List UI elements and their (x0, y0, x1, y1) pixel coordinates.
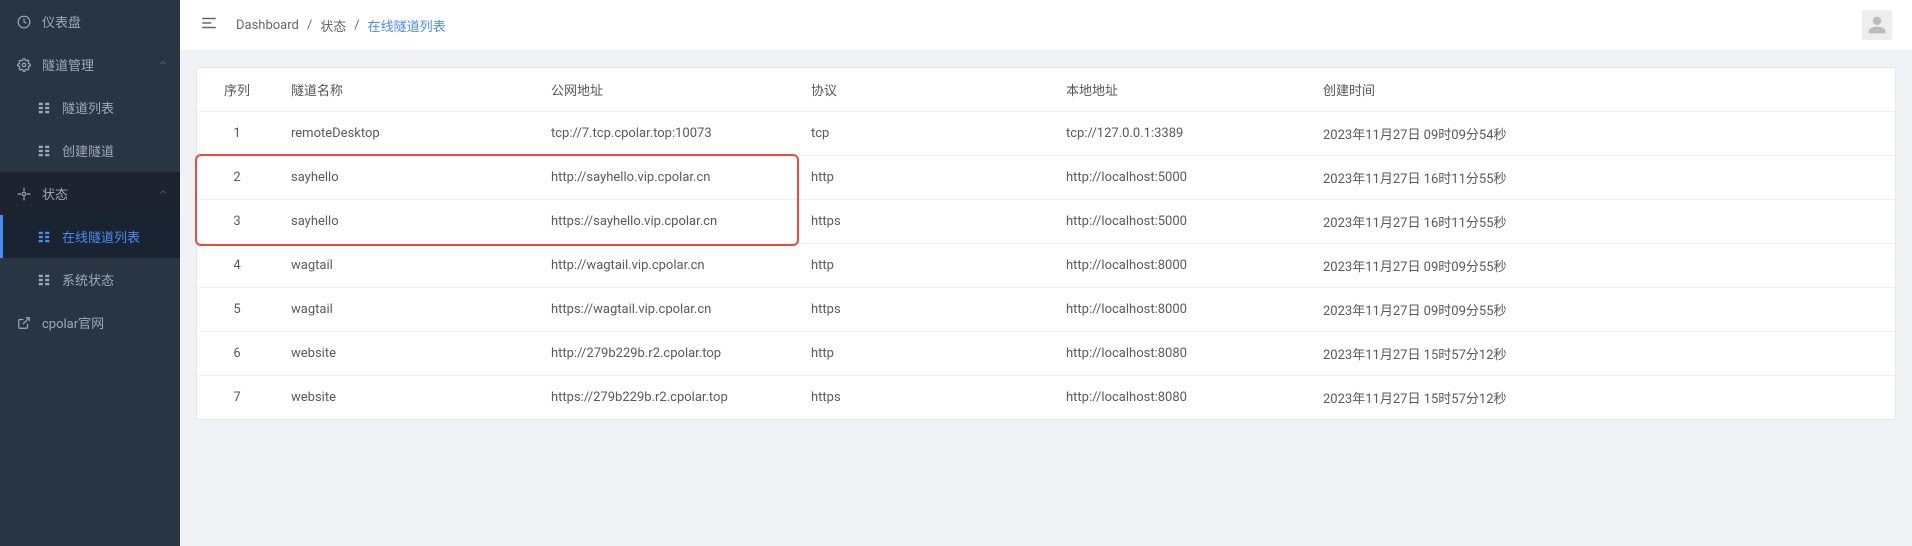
breadcrumb-separator: / (307, 18, 312, 33)
sidebar-item-label: 创建隧道 (62, 141, 164, 160)
td-name: website (277, 332, 537, 376)
breadcrumb-root[interactable]: Dashboard (236, 18, 299, 33)
td-local: http://localhost:5000 (1052, 156, 1309, 200)
sidebar-item-label: 隧道列表 (62, 98, 164, 117)
sidebar-item-dashboard[interactable]: 仪表盘 (0, 0, 180, 43)
td-seq: 5 (197, 288, 277, 332)
table-row: 1remoteDesktoptcp://7.tcp.cpolar.top:100… (197, 112, 1895, 156)
td-seq: 1 (197, 112, 277, 156)
table-row: 6websitehttp://279b229b.r2.cpolar.tophtt… (197, 332, 1895, 376)
td-time: 2023年11月27日 16时11分55秒 (1309, 156, 1895, 200)
grid-icon (36, 143, 52, 159)
td-url: http://wagtail.vip.cpolar.cn (537, 244, 797, 288)
td-proto: http (797, 332, 1052, 376)
td-name: wagtail (277, 244, 537, 288)
td-url: https://279b229b.r2.cpolar.top (537, 376, 797, 420)
td-time: 2023年11月27日 09时09分55秒 (1309, 244, 1895, 288)
sidebar-item-label: cpolar官网 (42, 313, 164, 332)
sidebar-item-label: 在线隧道列表 (62, 227, 164, 246)
dashboard-icon (16, 14, 32, 30)
gear-icon (16, 186, 32, 202)
table-row: 7websitehttps://279b229b.r2.cpolar.topht… (197, 376, 1895, 420)
external-link-icon (16, 315, 32, 331)
breadcrumb-current: 在线隧道列表 (368, 16, 446, 35)
td-time: 2023年11月27日 15时57分12秒 (1309, 332, 1895, 376)
td-url: http://279b229b.r2.cpolar.top (537, 332, 797, 376)
td-proto: https (797, 200, 1052, 244)
td-local: http://localhost:8000 (1052, 288, 1309, 332)
sidebar-item-create-tunnel[interactable]: 创建隧道 (0, 129, 180, 172)
grid-icon (36, 229, 52, 245)
grid-icon (36, 100, 52, 116)
th-name: 隧道名称 (277, 68, 537, 112)
td-local: http://localhost:8000 (1052, 244, 1309, 288)
sidebar-item-label: 系统状态 (62, 270, 164, 289)
topbar: Dashboard / 状态 / 在线隧道列表 (180, 0, 1912, 51)
td-time: 2023年11月27日 09时09分55秒 (1309, 288, 1895, 332)
td-seq: 3 (197, 200, 277, 244)
sidebar: 仪表盘 隧道管理 隧道列表 创建隧道 (0, 0, 180, 546)
td-seq: 6 (197, 332, 277, 376)
sidebar-item-cpolar-site[interactable]: cpolar官网 (0, 301, 180, 344)
td-proto: https (797, 288, 1052, 332)
td-url: http://sayhello.vip.cpolar.cn (537, 156, 797, 200)
td-name: website (277, 376, 537, 420)
td-seq: 7 (197, 376, 277, 420)
td-proto: http (797, 244, 1052, 288)
td-proto: http (797, 156, 1052, 200)
th-time: 创建时间 (1309, 68, 1895, 112)
td-url: tcp://7.tcp.cpolar.top:10073 (537, 112, 797, 156)
avatar[interactable] (1862, 10, 1892, 40)
chevron-up-icon (158, 186, 168, 201)
sidebar-item-label: 状态 (42, 184, 164, 203)
td-proto: https (797, 376, 1052, 420)
td-url: https://wagtail.vip.cpolar.cn (537, 288, 797, 332)
breadcrumb: Dashboard / 状态 / 在线隧道列表 (236, 16, 446, 35)
table-row: 3sayhellohttps://sayhello.vip.cpolar.cnh… (197, 200, 1895, 244)
breadcrumb-separator: / (354, 18, 359, 33)
td-time: 2023年11月27日 15时57分12秒 (1309, 376, 1895, 420)
td-name: sayhello (277, 200, 537, 244)
grid-icon (36, 272, 52, 288)
sidebar-item-tunnel-list[interactable]: 隧道列表 (0, 86, 180, 129)
sidebar-item-online-tunnel-list[interactable]: 在线隧道列表 (0, 215, 180, 258)
table-row: 5wagtailhttps://wagtail.vip.cpolar.cnhtt… (197, 288, 1895, 332)
td-proto: tcp (797, 112, 1052, 156)
td-local: http://localhost:8080 (1052, 376, 1309, 420)
td-name: remoteDesktop (277, 112, 537, 156)
sidebar-item-label: 仪表盘 (42, 12, 164, 31)
th-proto: 协议 (797, 68, 1052, 112)
sidebar-item-system-status[interactable]: 系统状态 (0, 258, 180, 301)
sidebar-item-tunnel-manage[interactable]: 隧道管理 (0, 43, 180, 86)
table-row: 4wagtailhttp://wagtail.vip.cpolar.cnhttp… (197, 244, 1895, 288)
tunnel-table: 序列 隧道名称 公网地址 协议 本地地址 创建时间 1remoteDesktop… (197, 68, 1895, 419)
sidebar-item-status[interactable]: 状态 (0, 172, 180, 215)
th-local: 本地地址 (1052, 68, 1309, 112)
td-local: http://localhost:8080 (1052, 332, 1309, 376)
td-name: wagtail (277, 288, 537, 332)
td-time: 2023年11月27日 16时11分55秒 (1309, 200, 1895, 244)
table-header-row: 序列 隧道名称 公网地址 协议 本地地址 创建时间 (197, 68, 1895, 112)
td-seq: 2 (197, 156, 277, 200)
chevron-up-icon (158, 57, 168, 72)
table-row: 2sayhellohttp://sayhello.vip.cpolar.cnht… (197, 156, 1895, 200)
td-local: http://localhost:5000 (1052, 200, 1309, 244)
breadcrumb-status[interactable]: 状态 (320, 16, 346, 35)
td-local: tcp://127.0.0.1:3389 (1052, 112, 1309, 156)
sidebar-item-label: 隧道管理 (42, 55, 164, 74)
gear-icon (16, 57, 32, 73)
td-name: sayhello (277, 156, 537, 200)
td-url: https://sayhello.vip.cpolar.cn (537, 200, 797, 244)
th-url: 公网地址 (537, 68, 797, 112)
td-time: 2023年11月27日 09时09分54秒 (1309, 112, 1895, 156)
td-seq: 4 (197, 244, 277, 288)
th-seq: 序列 (197, 68, 277, 112)
menu-toggle-icon[interactable] (200, 14, 218, 36)
